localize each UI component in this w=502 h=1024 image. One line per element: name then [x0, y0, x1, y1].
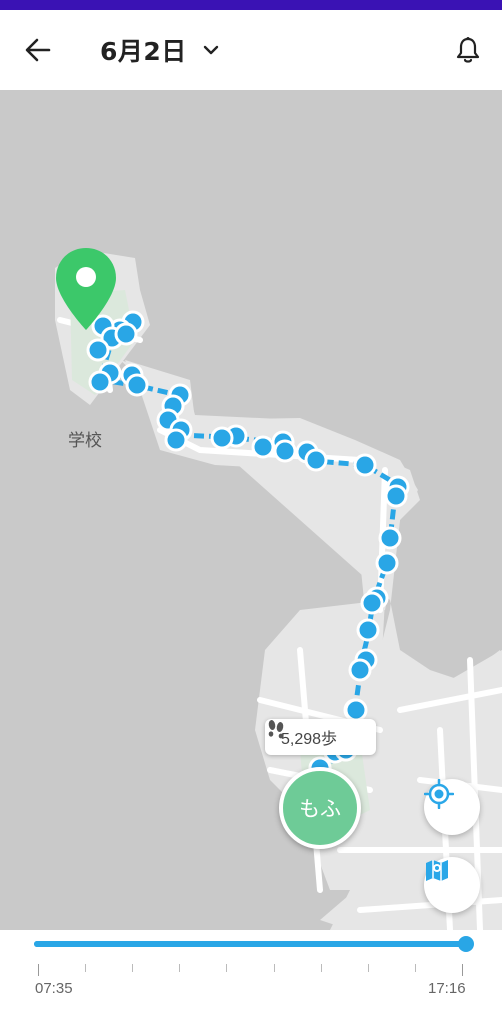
back-button[interactable] [18, 30, 58, 70]
timeline-fill [34, 941, 466, 947]
map-view[interactable]: 学校 5,298歩 もふ [0, 90, 502, 930]
timeline-thumb[interactable] [458, 936, 474, 952]
arrow-left-icon [25, 38, 51, 62]
chevron-down-icon [199, 38, 223, 62]
timeline-tick [368, 964, 369, 972]
crosshair-locate-icon [424, 779, 454, 809]
timeline-tick [38, 964, 39, 976]
date-title: 6月2日 [100, 37, 187, 66]
timeline-tick [179, 964, 180, 972]
steps-count: 5,298歩 [281, 731, 338, 748]
timeline-slider: 07:35 17:16 [0, 930, 502, 1024]
start-time: 07:35 [35, 980, 73, 997]
locate-button[interactable] [424, 779, 480, 835]
timeline-tick [415, 964, 416, 972]
timeline-ticks [38, 964, 464, 976]
steps-bubble: 5,298歩 [265, 719, 376, 755]
timeline-tick [132, 964, 133, 972]
notification-button[interactable] [448, 30, 488, 70]
top-app-bar: 6月2日 [0, 10, 502, 90]
map-view-button[interactable] [424, 857, 480, 913]
timeline-tick [462, 964, 463, 976]
avatar-marker[interactable]: もふ [279, 767, 361, 849]
map-view-icon [426, 860, 448, 881]
app-root: 6月2日 学校 5,298歩 もふ 07:35 17:16 [0, 0, 502, 1024]
timeline-tick [226, 964, 227, 972]
place-label: 学校 [68, 431, 102, 451]
status-bar [0, 0, 502, 10]
timeline-tick [321, 964, 322, 972]
end-time: 17:16 [428, 980, 466, 997]
timeline-tick [274, 964, 275, 972]
footprints-icon [268, 720, 284, 739]
bell-icon [456, 37, 480, 63]
timeline-tick [85, 964, 86, 972]
timeline-track[interactable] [34, 936, 474, 952]
avatar-label: もふ [299, 797, 341, 821]
date-selector[interactable]: 6月2日 [100, 30, 223, 70]
